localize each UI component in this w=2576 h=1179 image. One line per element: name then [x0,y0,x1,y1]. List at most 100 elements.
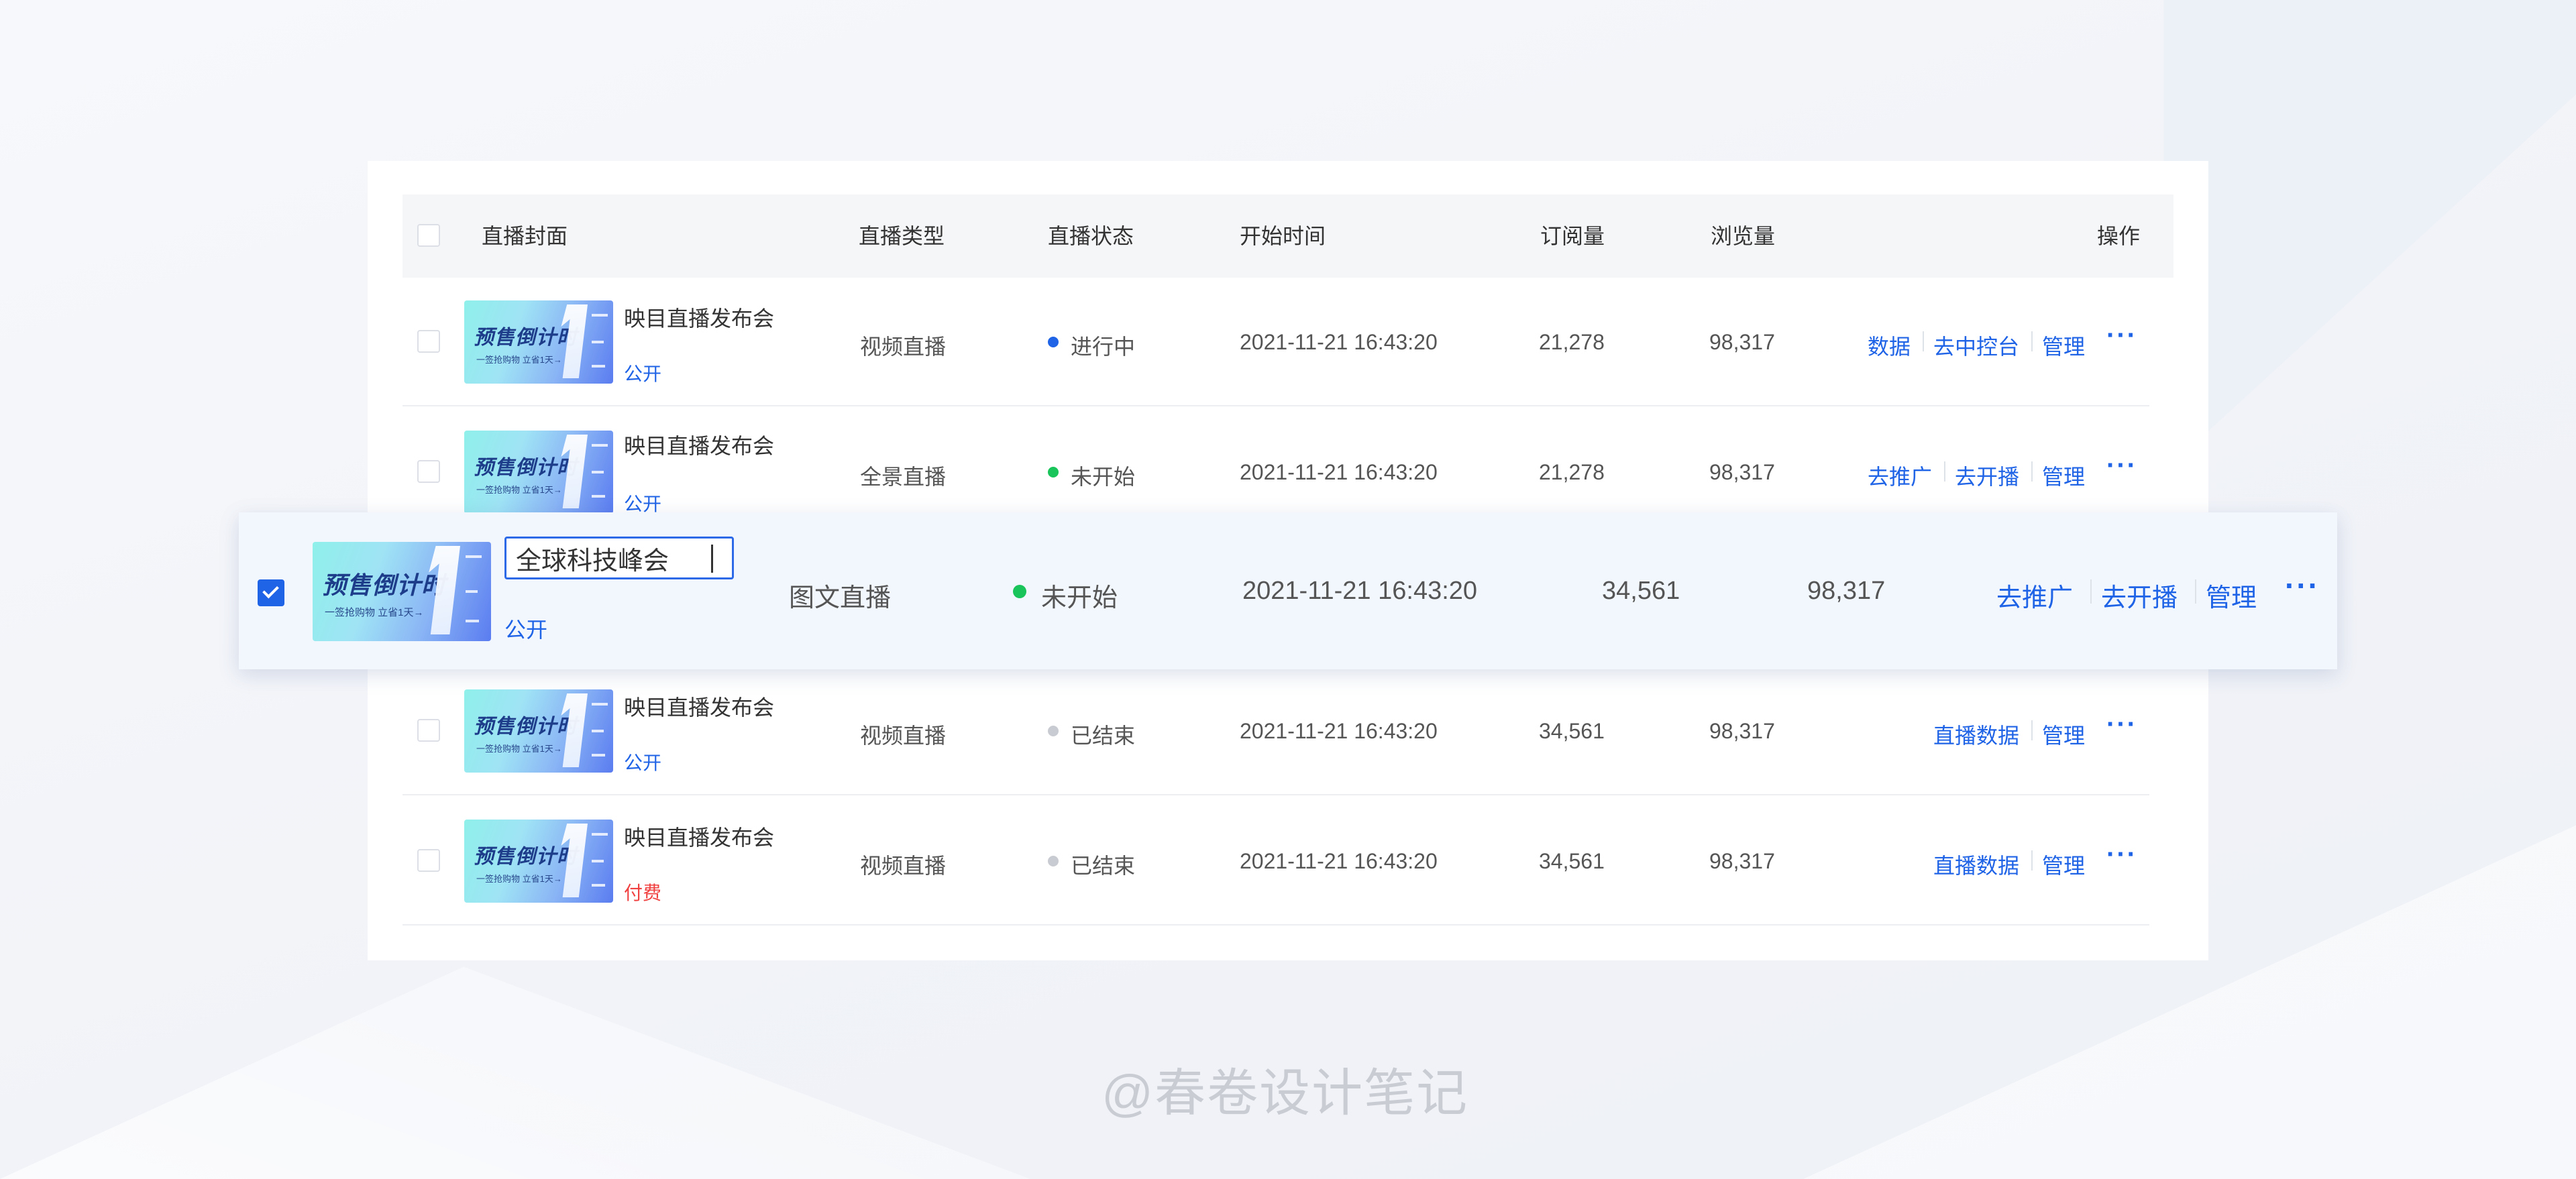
live-cover-image[interactable]: 预售倒计时 一签抢购物 立省1天→ [313,542,491,641]
select-all-checkbox[interactable] [417,224,440,247]
action-divider [2031,331,2033,351]
cover-decoration [592,341,604,343]
cover-subtitle: 一签抢购物 立省1天→ [476,744,562,754]
more-icon[interactable]: ··· [2106,710,2137,740]
live-type: 视频直播 [860,724,947,748]
header-actions: 操作 [2097,224,2141,248]
view-count: 98,317 [1709,849,1775,873]
row-checkbox[interactable] [417,330,440,353]
header-subscriptions: 订阅量 [1540,224,1605,248]
live-status: 未开始 [1071,465,1136,489]
cover-decoration [592,884,605,887]
view-count: 98,317 [1709,330,1775,354]
action-divider [2195,579,2196,604]
cover-subtitle: 一签抢购物 立省1天→ [476,355,562,365]
live-status: 未开始 [1041,584,1118,612]
live-title[interactable]: 映目直播发布会 [624,302,774,333]
live-type: 视频直播 [860,335,947,359]
cover-decoration [592,703,608,706]
cover-decoration [592,730,604,732]
cover-decoration [592,314,608,317]
manage-link[interactable]: 管理 [2042,849,2085,880]
live-type: 视频直播 [860,854,947,878]
manage-link[interactable]: 管理 [2042,330,2085,361]
status-dot-ended [1048,856,1059,866]
more-icon[interactable]: ··· [2106,840,2137,870]
status-dot-ended [1048,726,1059,736]
status-dot-live [1048,337,1059,347]
live-cover-image[interactable]: 预售倒计时 一签抢购物 立省1天→ [464,300,613,384]
promote-link[interactable]: 去推广 [1996,577,2073,614]
action-divider [2031,461,2033,482]
cover-decoration [592,860,604,862]
row-divider [402,405,2149,406]
row-divider [402,924,2149,925]
status-dot-upcoming [1013,585,1026,598]
action-divider [2031,850,2033,871]
cover-title: 预售倒计时 [322,571,447,600]
subscription-count: 34,561 [1539,719,1605,743]
live-status: 进行中 [1071,335,1136,359]
more-icon[interactable]: ··· [2106,321,2137,351]
action-divider [1923,331,1924,351]
view-count: 98,317 [1807,577,1886,605]
cover-decoration [466,555,482,558]
subscription-count: 21,278 [1539,330,1605,354]
paid-badge: 付费 [624,883,662,903]
view-count: 98,317 [1709,460,1775,484]
live-cover-image[interactable]: 预售倒计时 一签抢购物 立省1天→ [464,820,613,903]
live-cover-image[interactable]: 预售倒计时 一签抢购物 立省1天→ [464,689,613,773]
subscription-count: 34,561 [1539,849,1605,873]
cover-decoration [592,754,605,756]
promote-link[interactable]: 去推广 [1868,460,1932,491]
visibility-badge: 公开 [504,618,548,642]
cover-decoration [466,620,479,622]
live-type: 全景直播 [860,465,947,489]
action-divider [2090,579,2092,604]
start-time: 2021-11-21 16:43:20 [1242,577,1478,605]
cover-decoration [592,833,608,836]
live-title-input[interactable] [504,537,734,579]
row-checkbox-checked[interactable] [258,579,284,606]
manage-link[interactable]: 管理 [2206,577,2257,614]
header-start-time: 开始时间 [1240,224,1326,248]
row-divider [402,794,2149,795]
header-cover: 直播封面 [482,224,568,248]
row-checkbox[interactable] [417,719,440,742]
more-icon[interactable]: ··· [2285,567,2320,604]
header-type: 直播类型 [859,224,945,248]
subscription-count: 21,278 [1539,460,1605,484]
go-live-link[interactable]: 去开播 [2101,577,2178,614]
live-cover-image[interactable]: 预售倒计时 一签抢购物 立省1天→ [464,431,613,514]
action-divider [1944,461,1945,482]
text-caret [711,545,713,573]
row-checkbox[interactable] [417,460,440,483]
cover-subtitle: 一签抢购物 立省1天→ [325,607,424,618]
go-live-link[interactable]: 去开播 [1955,460,2019,491]
status-dot-upcoming [1048,467,1059,478]
live-title[interactable]: 映目直播发布会 [624,429,774,460]
cover-decoration [592,471,604,473]
start-time: 2021-11-21 16:43:20 [1240,719,1438,743]
live-status: 已结束 [1071,724,1136,748]
cover-decoration [592,365,605,368]
start-time: 2021-11-21 16:43:20 [1240,330,1438,354]
subscription-count: 34,561 [1602,577,1680,605]
live-title[interactable]: 映目直播发布会 [624,691,774,722]
live-data-link[interactable]: 直播数据 [1933,849,2019,880]
live-title[interactable]: 映目直播发布会 [624,821,774,852]
live-data-link[interactable]: 直播数据 [1933,719,2019,750]
more-icon[interactable]: ··· [2106,451,2137,481]
visibility-badge: 公开 [624,752,662,773]
row-checkbox[interactable] [417,849,440,872]
manage-link[interactable]: 管理 [2042,460,2085,491]
cover-subtitle: 一签抢购物 立省1天→ [476,874,562,884]
manage-link[interactable]: 管理 [2042,719,2085,750]
cover-decoration [592,495,605,498]
live-status: 已结束 [1071,854,1136,878]
start-time: 2021-11-21 16:43:20 [1240,849,1438,873]
data-link[interactable]: 数据 [1868,330,1911,361]
view-count: 98,317 [1709,719,1775,743]
console-link[interactable]: 去中控台 [1933,330,2019,361]
header-status: 直播状态 [1048,224,1134,248]
